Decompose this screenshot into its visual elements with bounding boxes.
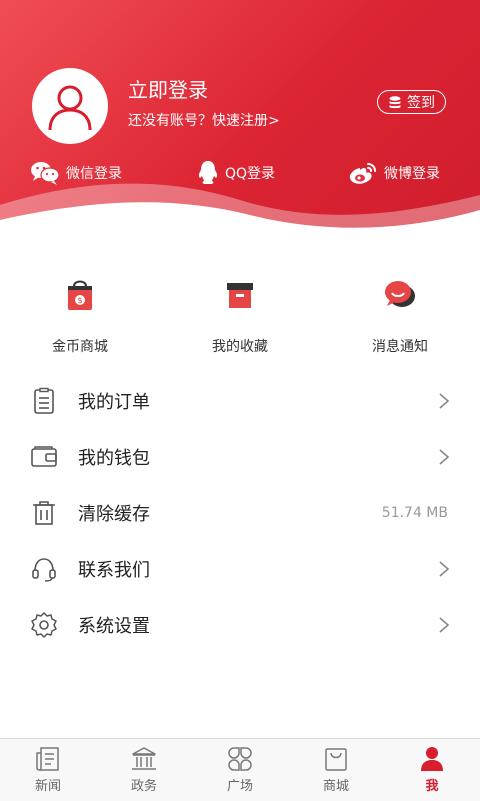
menu-item-label: 我的钱包 <box>78 448 150 469</box>
quick-action-label: 我的收藏 <box>212 339 268 355</box>
tab-square[interactable]: 广场 <box>192 739 288 801</box>
sign-in-button[interactable]: 签到 <box>377 90 446 114</box>
tab-label: 新闻 <box>34 779 61 794</box>
favorites-box-icon <box>227 283 253 308</box>
quick-action-coin-mall[interactable]: $ 金币商城 <box>0 274 160 356</box>
menu-item-clear-cache[interactable]: 清除缓存 51.74 MB <box>0 485 480 541</box>
wechat-login-label: 微信登录 <box>66 166 122 182</box>
tab-label: 政务 <box>130 779 157 794</box>
register-link[interactable]: 还没有账号？快速注册> <box>128 110 280 130</box>
chevron-right-icon <box>439 561 450 577</box>
tab-label: 商城 <box>322 779 349 794</box>
quick-action-notifications[interactable]: 消息通知 <box>320 274 480 356</box>
quick-action-favorites[interactable]: 我的收藏 <box>160 274 320 356</box>
square-grid-icon <box>228 747 252 771</box>
bottom-tab-bar: 新闻 政务 广场 商城 我 <box>0 738 480 801</box>
chevron-right-icon <box>439 617 450 633</box>
menu-item-wallet[interactable]: 我的钱包 <box>0 429 480 485</box>
avatar[interactable] <box>32 68 108 144</box>
menu-item-label: 清除缓存 <box>78 504 150 525</box>
profile-header: 立即登录 还没有账号？快速注册> 签到 微信登录 QQ登录 微博登录 <box>0 0 480 245</box>
tab-news[interactable]: 新闻 <box>0 739 96 801</box>
tab-mall[interactable]: 商城 <box>288 739 384 801</box>
wechat-login-button[interactable]: 微信登录 <box>30 160 122 186</box>
headset-icon <box>32 558 56 582</box>
message-bubble-icon <box>385 281 415 307</box>
chevron-right-icon <box>439 449 450 465</box>
user-avatar-icon <box>48 85 92 131</box>
login-link[interactable]: 立即登录 <box>128 74 208 103</box>
menu-item-settings[interactable]: 系统设置 <box>0 597 480 653</box>
sign-in-label: 签到 <box>407 95 435 111</box>
quick-action-label: 消息通知 <box>372 339 428 355</box>
weibo-login-button[interactable]: 微博登录 <box>348 160 440 186</box>
order-list-icon <box>34 387 54 414</box>
tab-government[interactable]: 政务 <box>96 739 192 801</box>
mall-bag-icon <box>325 748 347 771</box>
menu-item-label: 联系我们 <box>78 560 150 581</box>
shopping-bag-icon: $ <box>68 280 92 310</box>
menu-item-label: 我的订单 <box>78 392 150 413</box>
tab-label: 我 <box>425 779 439 794</box>
menu-item-label: 系统设置 <box>78 616 150 637</box>
government-icon <box>132 747 156 770</box>
quick-action-label: 金币商城 <box>52 339 108 355</box>
user-icon <box>421 747 443 771</box>
tab-me[interactable]: 我 <box>384 739 480 801</box>
settings-gear-icon <box>31 612 57 638</box>
qq-login-button[interactable]: QQ登录 <box>197 160 275 186</box>
cache-size-value: 51.74 MB <box>381 505 448 521</box>
chevron-right-icon <box>439 393 450 409</box>
wallet-icon <box>31 446 57 467</box>
weibo-icon <box>349 163 376 184</box>
trash-icon <box>33 501 55 525</box>
news-icon <box>36 747 59 771</box>
svg-text:$: $ <box>77 296 82 305</box>
wechat-icon <box>31 162 60 185</box>
menu-item-contact-us[interactable]: 联系我们 <box>0 541 480 597</box>
qq-icon <box>198 161 218 184</box>
tab-label: 广场 <box>226 779 253 794</box>
menu-item-orders[interactable]: 我的订单 <box>0 373 480 429</box>
qq-login-label: QQ登录 <box>225 166 276 182</box>
weibo-login-label: 微博登录 <box>384 166 440 182</box>
coin-stack-icon <box>389 96 401 109</box>
